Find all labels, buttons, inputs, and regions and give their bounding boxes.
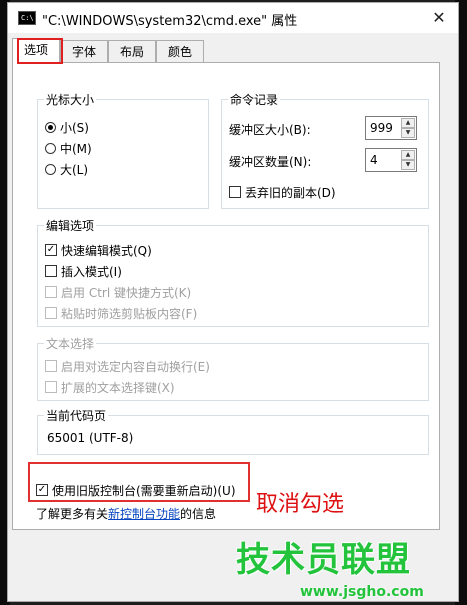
insert-mode-checkbox[interactable]: 插入模式(I) [45,262,122,280]
radio-small-icon [45,121,56,133]
edit-options-title: 编辑选项 [46,219,95,233]
radio-medium-icon [45,142,56,154]
insert-mode-label: 插入模式(I) [61,264,122,279]
radio-small[interactable]: 小(S) [45,118,89,136]
wrap-selection-label: 启用对选定内容自动换行(E) [61,359,210,374]
tab-layout[interactable]: 布局 [108,40,156,62]
buffer-size-text: 缓冲区大小(B): [229,122,311,137]
tab-font[interactable]: 字体 [60,40,108,62]
command-history-title: 命令记录 [230,93,279,107]
watermark-logo-text: 技术员联盟 [236,540,411,580]
buffer-count-spin-buttons: ▲ ▼ [401,150,415,170]
cmd-app-icon: C:\ [18,11,36,25]
legacy-console-check-icon: ✓ [36,484,48,496]
discard-old-checkbox[interactable]: 丢弃旧的副本(D) [229,183,336,201]
window-title: "C:\WINDOWS\system32\cmd.exe" 属性 [42,14,298,29]
ctrl-shortcuts-label: 启用 Ctrl 键快捷方式(K) [61,285,192,300]
radio-large[interactable]: 大(L) [45,160,88,178]
buffer-count-up-icon[interactable]: ▲ [401,150,415,160]
code-page-value: 65001 (UTF-8) [47,431,134,445]
filter-paste-checkbox[interactable]: 粘贴时筛选剪贴板内容(F) [45,304,197,322]
quick-edit-check-icon: ✓ [45,244,57,256]
watermark-url: www.jsgho.com [300,584,424,600]
buffer-size-down-icon[interactable]: ▼ [401,128,415,138]
legacy-console-checkbox[interactable]: ✓ 使用旧版控制台(需要重新启动)(U) [36,481,236,499]
radio-medium[interactable]: 中(M) [45,139,92,157]
options-panel: 光标大小 小(S) 中(M) 大(L) 命令记录 缓冲区大小(B): 999 ▲… [12,62,440,530]
quick-edit-checkbox[interactable]: ✓ 快速编辑模式(Q) [45,241,152,259]
info-line: 了解更多有关新控制台功能的信息 [36,505,216,522]
code-page-title: 当前代码页 [46,409,107,423]
text-selection-title: 文本选择 [46,337,95,351]
buffer-count-spinner[interactable]: 4 ▲ ▼ [365,148,417,172]
buffer-size-spinner[interactable]: 999 ▲ ▼ [365,116,417,140]
radio-large-icon [45,163,56,175]
radio-small-label: 小(S) [60,120,89,135]
uncheck-annotation: 取消勾选 [256,492,345,517]
extended-keys-checkbox[interactable]: 扩展的文本选择键(X) [45,378,175,396]
title-bar[interactable]: C:\ "C:\WINDOWS\system32\cmd.exe" 属性 ✕ [8,3,458,33]
discard-old-label: 丢弃旧的副本(D) [245,185,336,200]
radio-medium-label: 中(M) [60,141,92,156]
buffer-size-up-icon[interactable]: ▲ [401,118,415,128]
tab-colors[interactable]: 颜色 [156,40,204,62]
legacy-console-label: 使用旧版控制台(需要重新启动)(U) [52,483,236,498]
insert-mode-check-icon [45,265,57,277]
wrap-selection-check-icon [45,360,57,372]
wrap-selection-checkbox[interactable]: 启用对选定内容自动换行(E) [45,357,210,375]
discard-old-check-icon [229,186,241,198]
buffer-size-value[interactable]: 999 [370,121,393,135]
extended-keys-check-icon [45,381,57,393]
tab-options[interactable]: 选项 [12,38,60,63]
filter-paste-check-icon [45,307,57,319]
extended-keys-label: 扩展的文本选择键(X) [61,380,175,395]
close-icon: ✕ [432,8,446,27]
ctrl-shortcuts-checkbox[interactable]: 启用 Ctrl 键快捷方式(K) [45,283,191,301]
buffer-count-text: 缓冲区数量(N): [229,154,312,169]
quick-edit-label: 快速编辑模式(Q) [61,243,152,258]
buffer-size-label: 缓冲区大小(B): [229,120,311,138]
buffer-count-down-icon[interactable]: ▼ [401,160,415,170]
info-prefix: 了解更多有关 [36,507,109,521]
radio-large-label: 大(L) [60,162,89,177]
buffer-size-spin-buttons: ▲ ▼ [401,118,415,138]
ctrl-shortcuts-check-icon [45,286,57,298]
buffer-count-value[interactable]: 4 [370,153,378,167]
code-page-value-row: 65001 (UTF-8) [47,429,133,447]
cursor-size-title: 光标大小 [46,93,95,107]
filter-paste-label: 粘贴时筛选剪贴板内容(F) [61,306,198,321]
new-console-features-link[interactable]: 新控制台功能 [108,507,180,521]
close-button[interactable]: ✕ [428,7,450,29]
info-suffix: 的信息 [180,507,217,521]
buffer-count-label: 缓冲区数量(N): [229,152,311,170]
